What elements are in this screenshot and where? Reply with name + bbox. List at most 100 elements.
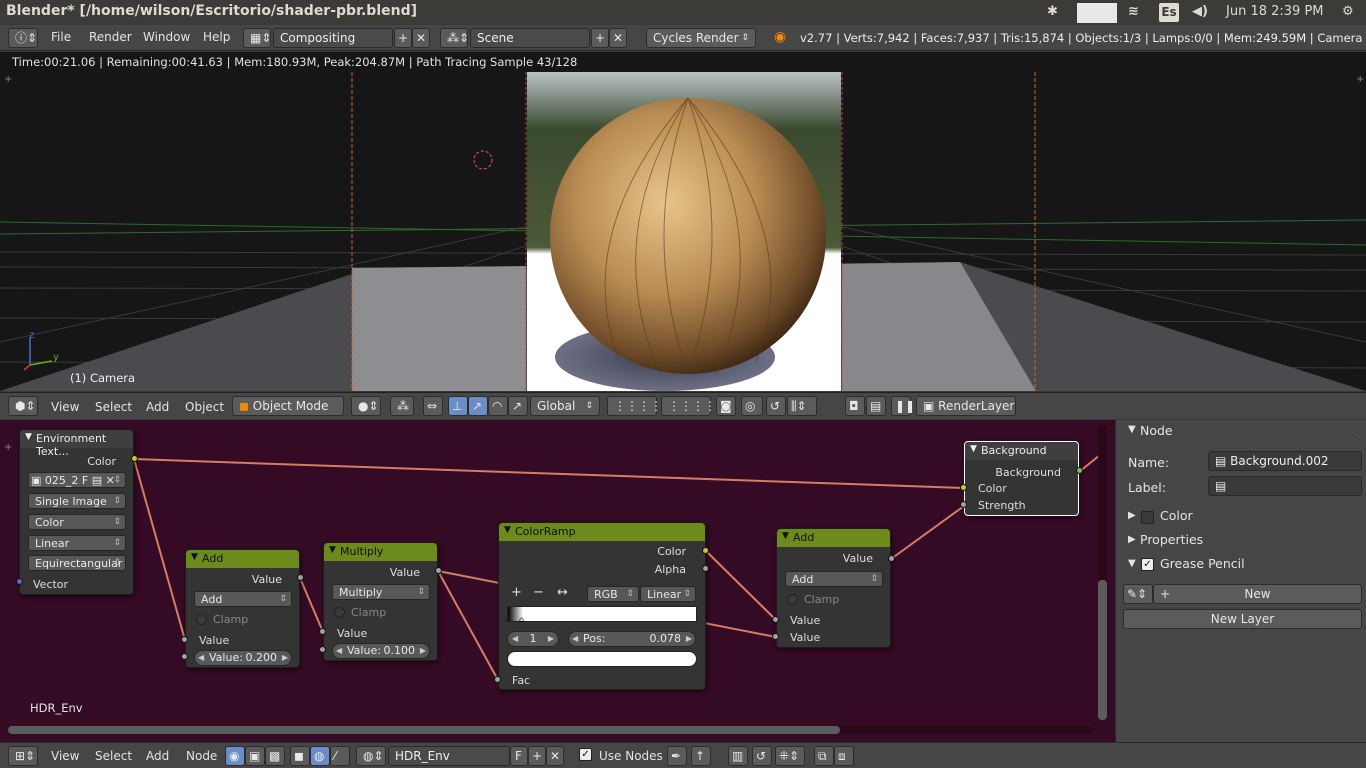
projection-select[interactable]: Equirectangular (28, 555, 126, 571)
remove-world-button[interactable]: ✕ (546, 746, 564, 766)
snap-toggle-icon[interactable]: ↺ (752, 746, 772, 766)
paste-nodes-icon[interactable]: ⧈ (834, 746, 854, 766)
ramp-stop-0[interactable]: ⌂ (505, 615, 510, 624)
clamp-checkbox[interactable] (196, 614, 207, 625)
screen-layout-grid-icon[interactable]: ▦⇕ (243, 28, 271, 48)
operation-select[interactable]: Add (785, 571, 883, 587)
socket-add1-in1[interactable] (181, 636, 188, 643)
increment-arrow-icon[interactable]: ▶ (420, 644, 426, 658)
node-math-add-1[interactable]: Add Value Add Clamp Value ◀ Value: 0.200… (185, 549, 300, 668)
add-stop-button[interactable]: + (511, 585, 522, 600)
expand-triangle-icon[interactable]: ▶ (1128, 534, 1136, 545)
menu-window[interactable]: Window (143, 30, 190, 44)
value-field[interactable]: ◀ Value: 0.100 ▶ (332, 643, 430, 659)
section-color-header[interactable]: Color (1160, 508, 1193, 523)
orientation-select[interactable]: Global ⇕ (530, 396, 600, 416)
scene-icon[interactable]: ⁂⇕ (440, 28, 469, 48)
ramp-stop-1[interactable]: ⌂ (519, 615, 524, 624)
world-shader-icon[interactable]: ◍ (310, 746, 330, 766)
decrement-arrow-icon[interactable]: ◀ (512, 632, 518, 646)
interpolation-select[interactable]: Linear (28, 535, 126, 551)
ramp-color-mode-select[interactable]: RGB (587, 586, 639, 602)
wifi-icon[interactable]: ≋ (1128, 4, 1139, 22)
parent-tree-icon[interactable]: ↑ (691, 746, 711, 766)
pause-render-icon[interactable]: ❚❚ (891, 396, 915, 416)
active-stop-index[interactable]: ◀ 1 ▶ (507, 631, 559, 647)
close-icon[interactable]: ✕ (106, 474, 115, 487)
operation-select[interactable]: Multiply (332, 584, 430, 600)
node-header[interactable]: Environment Text... (20, 430, 133, 458)
menu-select[interactable]: Select (95, 749, 132, 763)
mode-select[interactable]: ◼ Object Mode (232, 396, 344, 416)
node-header[interactable]: Background (965, 442, 1078, 460)
node-environment-texture[interactable]: Environment Text... Color ▣ 025_2 F ▤ ✕ … (19, 429, 134, 595)
horizontal-scrollbar-thumb[interactable] (8, 726, 840, 734)
compositing-nodes-icon[interactable]: ▣ (245, 746, 265, 766)
tray-indicator[interactable] (1077, 3, 1117, 23)
proportional-edit-icon[interactable]: ◎ (741, 396, 763, 416)
world-icon[interactable]: ◍⇕ (356, 746, 386, 766)
clamp-checkbox[interactable] (787, 594, 798, 605)
snap-element-icon[interactable]: ⫼⇕ (787, 396, 817, 416)
socket-bg-color-in[interactable] (960, 484, 967, 491)
socket-add2-in2[interactable] (772, 633, 779, 640)
vertical-scrollbar-track[interactable] (1098, 425, 1107, 720)
socket-add2-in1[interactable] (772, 616, 779, 623)
remove-layout-button[interactable]: ✕ (412, 28, 430, 48)
socket-add1-out[interactable] (297, 574, 304, 581)
snap-element-icon[interactable]: ⁜⇕ (775, 746, 805, 766)
scale-manipulator-icon[interactable]: ↗ (508, 396, 528, 416)
editor-type-info-icon[interactable]: ⓘ⇕ (8, 28, 38, 48)
image-datablock[interactable]: ▣ 025_2 F ▤ ✕ (28, 472, 126, 488)
decrement-arrow-icon[interactable]: ◀ (336, 644, 342, 658)
node-editor[interactable]: Environment Text... Color ▣ 025_2 F ▤ ✕ … (0, 420, 1115, 742)
socket-mult-in1[interactable] (319, 628, 326, 635)
menu-add[interactable]: Add (146, 400, 169, 414)
socket-mult-in2[interactable] (319, 646, 326, 653)
3d-viewport[interactable]: z y Time:00:21.06 | Remaining:00:41.63 |… (0, 52, 1366, 391)
render-still-icon[interactable]: ◘ (845, 396, 865, 416)
menu-help[interactable]: Help (203, 30, 230, 44)
keyboard-layout-indicator[interactable]: Es (1159, 3, 1179, 22)
section-node-header[interactable]: Node (1140, 423, 1173, 438)
vertical-scrollbar-thumb[interactable] (1098, 580, 1107, 720)
node-name-field[interactable]: ▤ Background.002 (1208, 451, 1362, 471)
node-math-add-2[interactable]: Add Value Add Clamp Value Value (776, 528, 891, 648)
render-layer-select[interactable]: ▣ RenderLayer (916, 396, 1016, 416)
node-color-ramp[interactable]: ColorRamp Color Alpha + − ↔ RGB Linear ⌂… (498, 522, 706, 690)
color-checkbox[interactable] (1141, 511, 1154, 524)
socket-env-vector-in[interactable] (16, 578, 23, 585)
backdrop-icon[interactable]: ▥ (728, 746, 748, 766)
grease-pencil-brush-icon[interactable]: ✎⇕ (1123, 584, 1153, 604)
manipulator-toggle-icon[interactable]: ⇔ (423, 396, 443, 416)
clock[interactable]: Jun 18 2:39 PM (1226, 4, 1324, 22)
render-engine-select[interactable]: Cycles Render ⇕ (646, 28, 756, 48)
node-label-field[interactable]: ▤ (1208, 476, 1362, 496)
value-field[interactable]: ◀ Value: 0.200 ▶ (194, 650, 292, 666)
socket-ramp-fac-in[interactable] (494, 676, 501, 683)
menu-file[interactable]: File (51, 30, 71, 44)
new-grease-pencil-button[interactable]: + New (1153, 584, 1362, 604)
move-arrow-icon[interactable]: ↗ (468, 396, 488, 416)
render-anim-icon[interactable]: ▤ (866, 396, 886, 416)
power-gear-icon[interactable]: ⚙ (1342, 4, 1354, 22)
expand-triangle-icon[interactable]: ▶ (1128, 510, 1136, 521)
node-math-multiply[interactable]: Multiply Value Multiply Clamp Value ◀ Va… (323, 542, 438, 661)
linestyle-shader-icon[interactable]: ⁄ (330, 746, 350, 766)
add-layout-button[interactable]: + (394, 28, 412, 48)
socket-bg-out[interactable] (1076, 467, 1083, 474)
node-header[interactable]: Multiply (324, 543, 437, 561)
lock-camera-icon[interactable]: ◙ (716, 396, 736, 416)
node-header[interactable]: Add (186, 550, 299, 568)
socket-env-color-out[interactable] (131, 455, 138, 462)
socket-ramp-color-out[interactable] (702, 547, 709, 554)
grease-pencil-checkbox[interactable]: ✓ (1141, 558, 1154, 571)
stop-position-field[interactable]: ◀ Pos: 0.078 ▶ (568, 631, 696, 647)
menu-render[interactable]: Render (89, 30, 132, 44)
socket-add2-out[interactable] (888, 555, 895, 562)
shading-mode-icon[interactable]: ●⇕ (351, 396, 381, 416)
snap-icon[interactable]: ↺ (766, 396, 786, 416)
fake-user-button[interactable]: F (510, 746, 528, 766)
use-nodes-checkbox[interactable]: ✓ (579, 748, 592, 761)
screen-layout-field[interactable]: Compositing (273, 28, 393, 48)
